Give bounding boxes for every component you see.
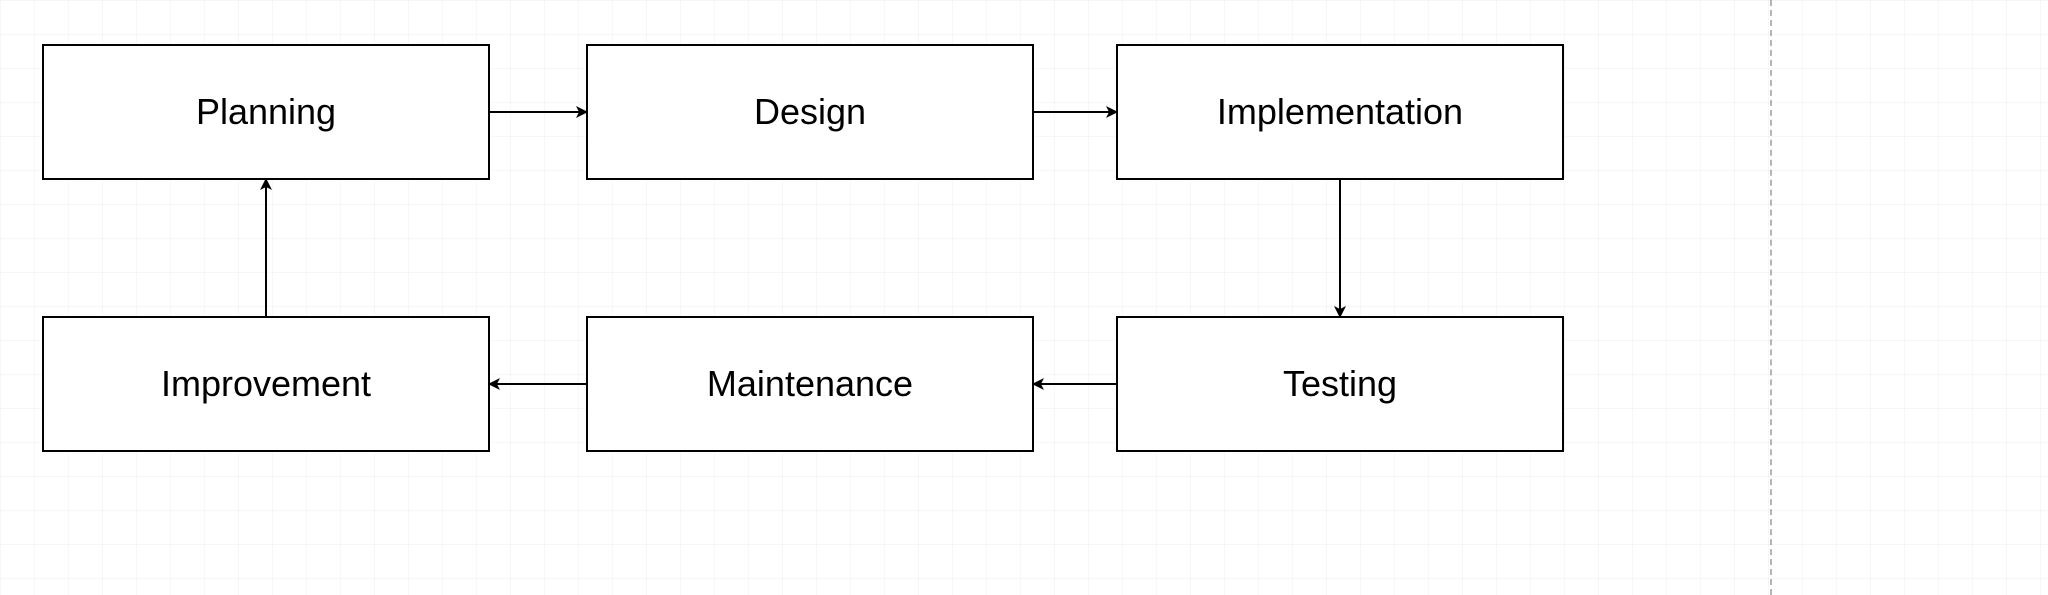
node-testing-label: Testing [1283,363,1397,405]
node-planning[interactable]: Planning [42,44,490,180]
node-maintenance[interactable]: Maintenance [586,316,1034,452]
node-design[interactable]: Design [586,44,1034,180]
node-maintenance-label: Maintenance [707,363,913,405]
node-implementation-label: Implementation [1217,91,1463,133]
page-break-line [1770,0,1772,595]
node-testing[interactable]: Testing [1116,316,1564,452]
node-planning-label: Planning [196,91,336,133]
node-improvement[interactable]: Improvement [42,316,490,452]
node-improvement-label: Improvement [161,363,371,405]
node-implementation[interactable]: Implementation [1116,44,1564,180]
node-design-label: Design [754,91,866,133]
